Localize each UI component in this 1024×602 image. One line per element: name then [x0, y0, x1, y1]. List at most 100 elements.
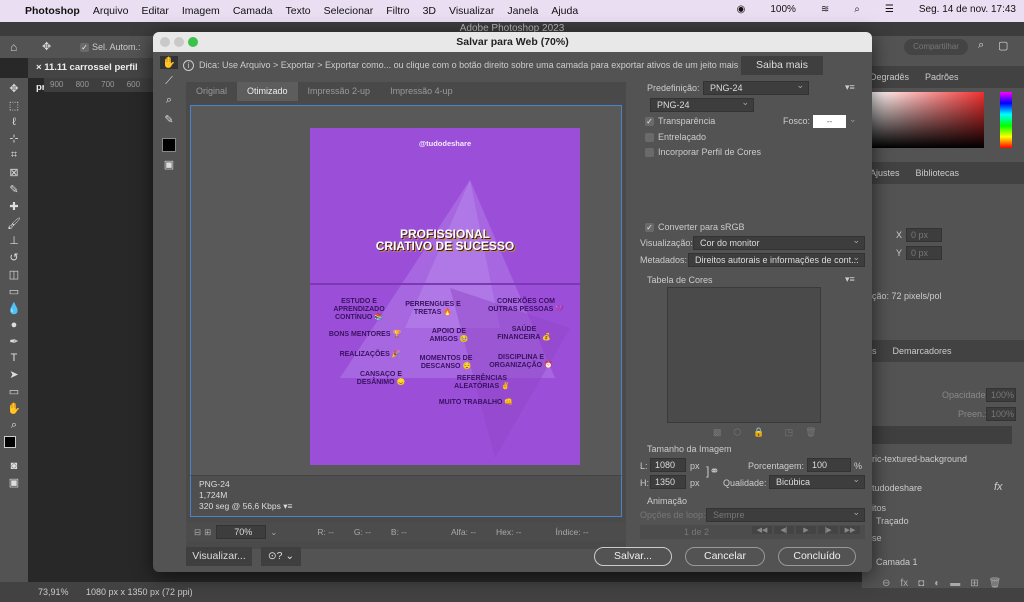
zoom-out-icon[interactable]: ⊟ [194, 527, 201, 538]
pen-tool-icon[interactable]: ✒ [9, 335, 18, 348]
dodge-tool-icon[interactable]: ● [11, 319, 18, 331]
transparency-checkbox[interactable]: ✓ [645, 117, 654, 126]
preset-menu-icon[interactable]: ▾≡ [845, 82, 855, 93]
document-tab[interactable]: × 11.11 carrossel perfil prof [28, 58, 158, 93]
marquee-tool-icon[interactable]: ⬚ [9, 99, 19, 112]
layer-effects[interactable]: itos [872, 503, 886, 513]
new-layer-icon[interactable]: ⊞ [970, 578, 978, 589]
move-tool-icon[interactable]: ✥ [9, 82, 18, 95]
metadata-select[interactable]: Direitos autorais e informações de cont.… [688, 251, 865, 267]
menu-arquivo[interactable]: Arquivo [93, 5, 129, 17]
home-icon[interactable]: ⌂ [10, 40, 17, 54]
menu-texto[interactable]: Texto [286, 5, 311, 17]
info-menu-icon[interactable]: ▾≡ [283, 501, 292, 511]
menu-filtro[interactable]: Filtro [386, 5, 409, 17]
menu-visualizar[interactable]: Visualizar [449, 5, 494, 17]
link-icon[interactable]: ⊖ [882, 578, 890, 589]
tab-optimized[interactable]: Otimizado [237, 82, 298, 101]
quick-mask-icon[interactable]: ◙ [11, 460, 18, 472]
web-snap-icon[interactable]: ▩ [713, 427, 722, 438]
link-proportions-icon[interactable]: ]⚭ [706, 464, 719, 478]
close-tab-icon[interactable]: × [36, 62, 44, 73]
chevron-down-icon[interactable]: ⌄ [270, 527, 277, 538]
eraser-icon[interactable]: ◫ [9, 268, 19, 281]
chevron-down-icon[interactable]: ⌄ [285, 550, 294, 562]
done-button[interactable]: Concluído [778, 547, 856, 566]
menu-3d[interactable]: 3D [423, 5, 436, 17]
y-input[interactable]: 0 px [906, 246, 942, 260]
history-brush-icon[interactable]: ↺ [9, 251, 18, 264]
percent-input[interactable]: 100 [807, 458, 851, 472]
layer-background[interactable]: ric-textured-background [872, 454, 967, 464]
share-button[interactable]: Compartilhar [904, 39, 968, 55]
layer-stroke[interactable]: Traçado [876, 516, 909, 526]
play-icon[interactable]: ▶ [796, 526, 816, 534]
trash-icon[interactable]: 🗑 [805, 427, 816, 438]
prev-frame-icon[interactable]: ◀| [774, 526, 794, 534]
search-icon[interactable]: ⌕ [854, 4, 860, 15]
embed-profile-checkbox[interactable] [645, 148, 654, 157]
type-tool-icon[interactable]: T [11, 352, 18, 364]
last-frame-icon[interactable]: ▶▶ [840, 526, 860, 534]
fx-icon[interactable]: fx [900, 578, 908, 589]
first-frame-icon[interactable]: ◀◀ [752, 526, 772, 534]
menu-janela[interactable]: Janela [507, 5, 538, 17]
tab-2up[interactable]: Impressão 2-up [298, 82, 381, 101]
hue-slider[interactable] [1000, 92, 1012, 148]
crop-tool-icon[interactable]: ⌗ [11, 149, 17, 162]
cancel-button[interactable]: Cancelar [685, 547, 765, 566]
menu-app[interactable]: Photoshop [25, 5, 80, 17]
menu-selecionar[interactable]: Selecionar [324, 5, 374, 17]
format-select[interactable]: PNG-24 [650, 96, 754, 112]
hand-tool-icon[interactable]: ✋ [160, 56, 178, 69]
srgb-checkbox[interactable]: ✓ [645, 223, 654, 232]
cube-icon[interactable]: ⬡ [734, 427, 742, 438]
save-button[interactable]: Salvar... [594, 547, 672, 566]
path-select-icon[interactable]: ➤ [9, 368, 18, 381]
browser-preview-button[interactable]: ⊙? ⌄ [261, 547, 301, 566]
matte-select[interactable]: -- [813, 115, 846, 128]
preview-area[interactable]: @tudodeshare PROFISSIONAL CRIATIVO DE SUC… [186, 101, 626, 549]
new-color-icon[interactable]: ◳ [785, 427, 794, 438]
fill-input[interactable]: 100% [986, 407, 1016, 421]
color-picker-field[interactable] [872, 92, 984, 148]
chevron-down-icon[interactable]: ⌄ [849, 114, 857, 125]
blur-tool-icon[interactable]: 💧 [7, 302, 21, 315]
layer-tudodeshare[interactable]: tudodeshare [872, 483, 922, 493]
gradient-tool-icon[interactable]: ▭ [9, 285, 19, 298]
wifi-icon[interactable]: ︎≋ [821, 4, 829, 15]
zoom-level[interactable]: 73,91% [38, 582, 69, 602]
artwork-preview[interactable]: @tudodeshare PROFISSIONAL CRIATIVO DE SUC… [310, 128, 580, 465]
battery-status[interactable]: 100% [770, 4, 796, 15]
healing-brush-icon[interactable]: ✚ [9, 200, 18, 213]
brush-tool-icon[interactable]: 🖌 [7, 217, 21, 230]
loop-select[interactable]: Sempre [706, 506, 865, 522]
learn-more-button[interactable]: Saiba mais [741, 56, 823, 75]
tab-libraries[interactable]: Bibliotecas [908, 168, 968, 178]
lasso-tool-icon[interactable]: ℓ [12, 116, 16, 128]
preview-select[interactable]: Cor do monitor [693, 234, 865, 250]
eyedropper-color-swatch[interactable] [162, 138, 176, 152]
color-table-menu-icon[interactable]: ▾≡ [845, 274, 855, 285]
color-table[interactable] [667, 287, 821, 423]
zoom-in-icon[interactable]: ⊞ [204, 527, 211, 538]
auto-select-checkbox[interactable]: ✓ [80, 43, 89, 52]
menu-imagem[interactable]: Imagem [182, 5, 220, 17]
toggle-slices-icon[interactable]: ▣ [164, 158, 174, 171]
zoom-tool-icon[interactable]: ⌕ [166, 94, 172, 107]
control-center-icon[interactable]: ☰ [885, 4, 894, 15]
layer-camada-1[interactable]: Camada 1 [876, 557, 918, 567]
trash-icon[interactable]: 🗑 [989, 578, 1002, 589]
interlaced-checkbox[interactable] [645, 133, 654, 142]
slice-select-icon[interactable]: ⟋ [165, 75, 173, 88]
tab-original[interactable]: Original [186, 82, 237, 101]
menu-camada[interactable]: Camada [233, 5, 273, 17]
opacity-input[interactable]: 100% [986, 388, 1016, 402]
move-tool-icon[interactable]: ✥ [42, 40, 51, 53]
workspace-icon[interactable]: ▢ [998, 39, 1008, 52]
x-input[interactable]: 0 px [906, 228, 942, 242]
layer-base[interactable]: se [872, 533, 882, 543]
zoom-select[interactable]: 70% [216, 525, 267, 539]
mask-icon[interactable]: ◘ [918, 578, 924, 589]
tab-paths[interactable]: Demarcadores [885, 346, 960, 356]
